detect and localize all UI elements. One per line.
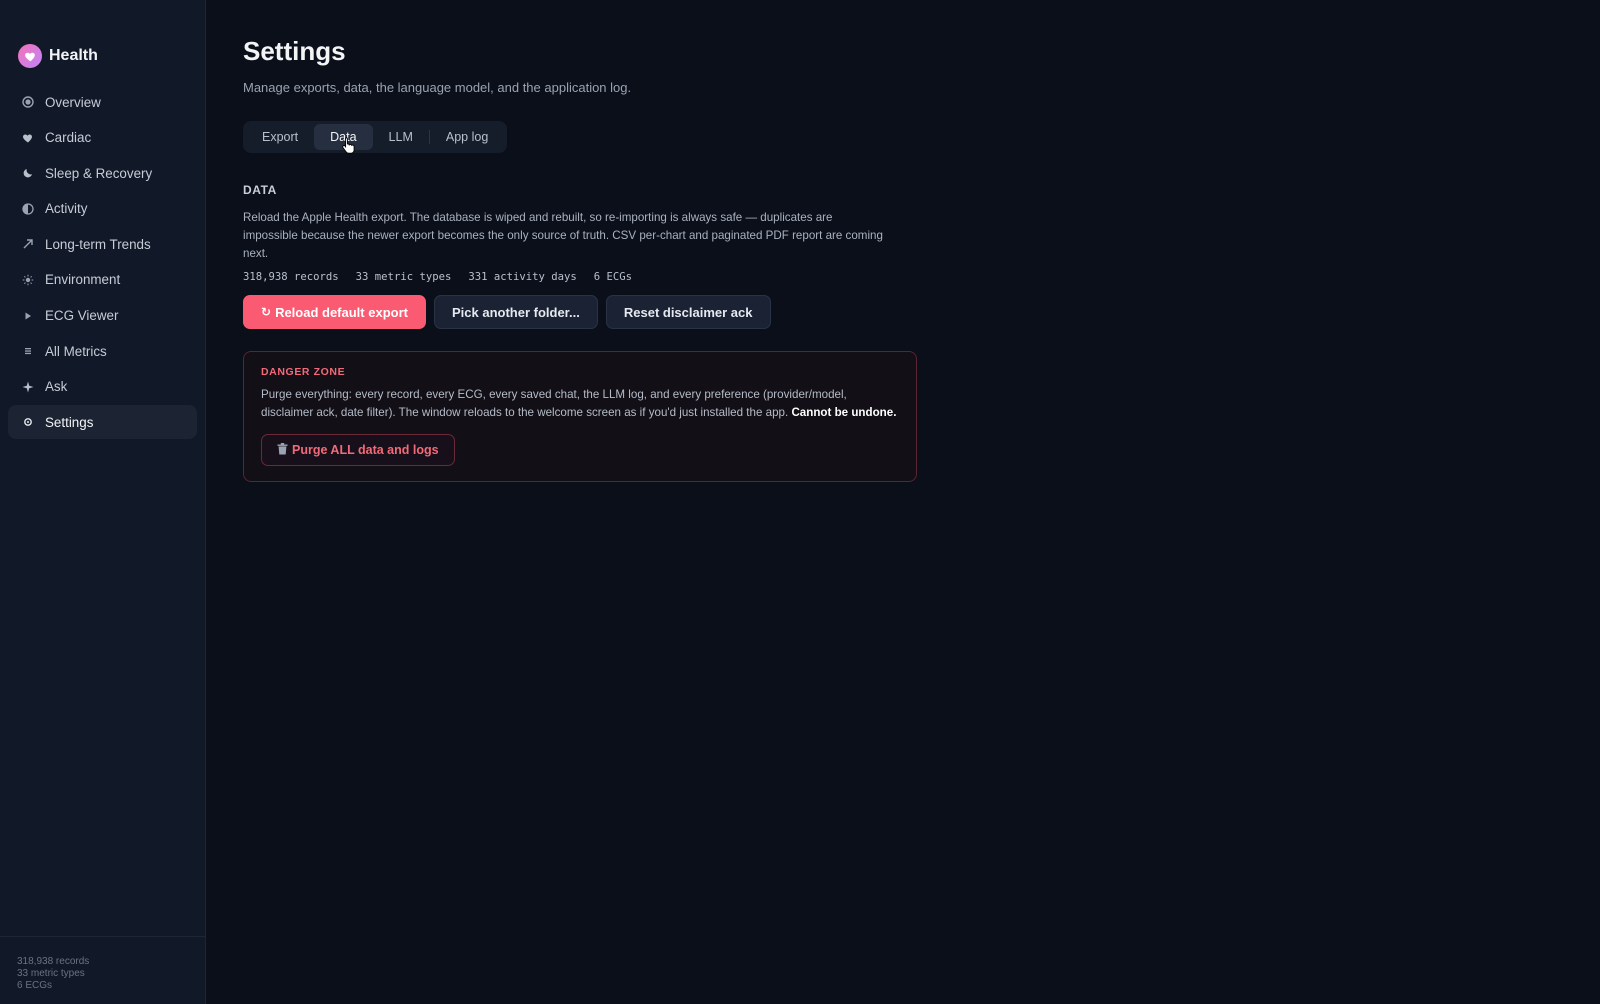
data-actions: ↻ Reload default export Pick another fol… [243,295,1563,329]
tab-export[interactable]: Export [246,124,314,150]
stat-ecgs: 6 ECGs [593,271,633,283]
danger-zone-warning: Cannot be undone. [791,406,897,419]
section-description: Reload the Apple Health export. The data… [243,211,883,260]
button-label: Reload default export [275,304,408,320]
sidebar-item-label: Overview [45,94,101,110]
button-label: Purge ALL data and logs [292,443,439,457]
stat-records: 318,938 records [243,271,339,283]
sidebar-item-label: Settings [45,414,94,430]
sidebar-item-label: Sleep & Recovery [45,165,153,181]
sidebar-item-label: Long-term Trends [45,236,151,252]
heart-icon [18,44,42,68]
settings-tabs: Export Data LLM App log [243,121,508,153]
sidebar-item-label: Activity [45,201,88,217]
moon-icon [21,167,34,180]
page-subtitle: Manage exports, data, the language model… [243,80,632,95]
sun-icon [21,273,34,286]
sidebar-item-label: Ask [45,379,68,395]
footer-records: 318,938 records [17,956,90,967]
mouse-cursor-icon [342,136,356,159]
sidebar-item-activity[interactable]: Activity [8,192,197,226]
danger-zone-description: Purge everything: every record, every EC… [261,386,899,422]
brand: Health [0,27,205,85]
sidebar-item-settings[interactable]: Settings [8,405,197,440]
footer-ecgs: 6 ECGs [17,980,53,991]
sidebar-item-ask[interactable]: Ask [8,370,197,404]
gear-icon [21,416,34,429]
danger-zone: DANGER ZONE Purge everything: every reco… [243,351,917,482]
purge-all-button[interactable]: Purge ALL data and logs [261,434,455,466]
trend-arrow-icon [21,238,34,251]
brand-name: Health [49,47,98,64]
stat-metric-types: 33 metric types [355,271,452,283]
page-title: Settings [243,36,346,66]
app-window: Health Overview Cardiac Sleep & Recovery [0,0,1600,1004]
danger-zone-text: Purge everything: every record, every EC… [261,388,847,419]
section-title: DATA [243,183,277,197]
reset-disclaimer-button[interactable]: Reset disclaimer ack [605,295,771,329]
sidebar-item-label: All Metrics [45,343,107,359]
sidebar-nav: Overview Cardiac Sleep & Recovery Activi… [0,85,205,440]
sidebar: Health Overview Cardiac Sleep & Recovery [0,0,206,1004]
danger-zone-title: DANGER ZONE [261,366,346,378]
half-circle-icon [21,202,34,215]
footer-metric-types: 33 metric types [17,968,85,979]
tab-app-log[interactable]: App log [430,124,504,150]
pick-another-folder-button[interactable]: Pick another folder... [433,295,598,329]
overview-icon [21,96,34,109]
heart-icon [21,131,34,144]
list-icon [21,345,34,358]
sidebar-item-ecg-viewer[interactable]: ECG Viewer [8,299,197,333]
sidebar-footer: 318,938 records 33 metric types 6 ECGs [0,936,205,1004]
sidebar-item-overview[interactable]: Overview [8,85,197,119]
tab-llm[interactable]: LLM [373,124,429,150]
main-content: Settings Manage exports, data, the langu… [206,0,1600,1004]
data-stats: 318,938 records 33 metric types 331 acti… [243,271,1563,283]
sidebar-item-all-metrics[interactable]: All Metrics [8,334,197,368]
play-icon [21,309,34,322]
reload-default-export-button[interactable]: ↻ Reload default export [243,295,426,329]
sidebar-item-label: ECG Viewer [45,308,119,324]
sidebar-item-environment[interactable]: Environment [8,263,197,297]
stat-activity-days: 331 activity days [468,271,577,283]
sidebar-item-sleep-recovery[interactable]: Sleep & Recovery [8,156,197,190]
sparkle-icon [21,380,34,393]
sidebar-item-long-term-trends[interactable]: Long-term Trends [8,227,197,261]
sidebar-item-label: Environment [45,272,121,288]
sidebar-item-cardiac[interactable]: Cardiac [8,121,197,155]
sidebar-item-label: Cardiac [45,130,92,146]
trash-icon [277,442,288,458]
refresh-icon: ↻ [261,305,272,319]
